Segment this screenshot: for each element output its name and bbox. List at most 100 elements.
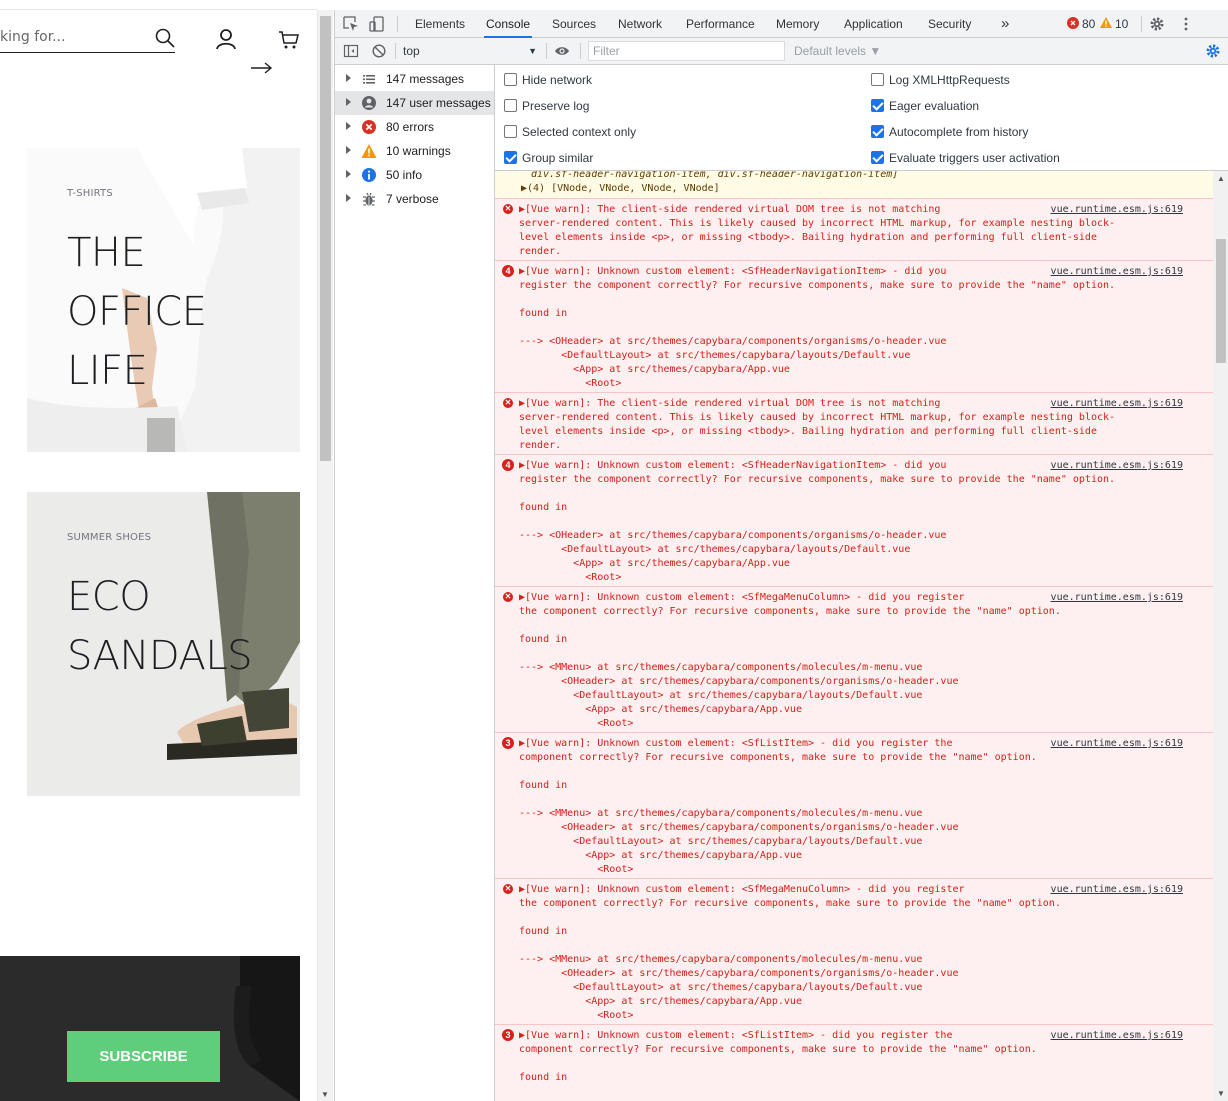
sidebar-item-errors[interactable]: 80 errors — [335, 115, 494, 139]
source-link[interactable]: vue.runtime.esm.js:619 — [1051, 459, 1183, 473]
tab-console[interactable]: Console — [484, 10, 533, 38]
console-error-message[interactable]: 3 ▶[Vue warn]: Unknown custom element: <… — [495, 1024, 1213, 1101]
sidebar-item-user-messages[interactable]: 147 user messages — [335, 91, 494, 115]
banner-card-eco-sandals[interactable]: SUMMER SHOES ECO SANDALS — [27, 492, 300, 796]
sidebar-item-label: 10 warnings — [386, 144, 451, 158]
checkbox-checked[interactable] — [871, 151, 884, 164]
scroll-down-arrow-icon[interactable]: ▼ — [1217, 1089, 1225, 1098]
kebab-menu-icon[interactable] — [1178, 16, 1194, 32]
expand-arrow-icon[interactable] — [346, 146, 351, 154]
search-underline — [0, 52, 175, 53]
toolbar-separator — [395, 43, 396, 59]
tab-performance[interactable]: Performance — [684, 10, 757, 38]
card-subtitle: T-SHIRTS — [67, 188, 113, 199]
subscribe-button[interactable]: SUBSCRIBE — [67, 1031, 220, 1082]
sidebar-item-verbose[interactable]: 7 verbose — [335, 187, 494, 211]
device-toolbar-icon[interactable] — [369, 16, 385, 32]
cart-icon[interactable] — [277, 28, 301, 52]
warning-count[interactable]: 10 — [1115, 17, 1128, 31]
option-eager-evaluation[interactable]: Eager evaluation — [871, 97, 1211, 115]
console-error-message[interactable]: 4 ▶[Vue warn]: Unknown custom element: <… — [495, 454, 1213, 586]
inspect-element-icon[interactable] — [343, 16, 359, 32]
option-autocomplete-from-history[interactable]: Autocomplete from history — [871, 123, 1211, 141]
gear-icon[interactable] — [1149, 16, 1165, 32]
tab-memory[interactable]: Memory — [774, 10, 821, 38]
option-evaluate-triggers-user-activation[interactable]: Evaluate triggers user activation — [871, 149, 1211, 167]
clear-console-icon[interactable] — [371, 43, 387, 59]
expand-arrow-icon[interactable] — [346, 170, 351, 178]
checkbox[interactable] — [504, 125, 517, 138]
source-link[interactable]: vue.runtime.esm.js:619 — [1051, 397, 1183, 411]
sidebar-item-messages[interactable]: 147 messages — [335, 67, 494, 91]
option-selected-context-only[interactable]: Selected context only — [504, 123, 804, 141]
option-label: Selected context only — [522, 125, 637, 139]
console-error-message[interactable]: ✕ ▶[Vue warn]: Unknown custom element: <… — [495, 878, 1213, 1024]
warning-fragment-line[interactable]: ▶(4) [VNode, VNode, VNode, VNode] — [521, 182, 720, 196]
sidebar-item-label: 7 verbose — [386, 192, 439, 206]
search-input[interactable]: king for... — [0, 29, 66, 45]
expand-arrow-icon[interactable] — [346, 194, 351, 202]
sidebar-item-info[interactable]: 50 info — [335, 163, 494, 187]
source-link[interactable]: vue.runtime.esm.js:619 — [1051, 1029, 1183, 1043]
option-preserve-log[interactable]: Preserve log — [504, 97, 804, 115]
search-icon[interactable] — [154, 27, 176, 49]
tab-network[interactable]: Network — [616, 10, 664, 38]
expand-arrow-icon[interactable] — [346, 122, 351, 130]
log-levels-dropdown[interactable]: Default levels ▼ — [794, 41, 881, 61]
option-label: Autocomplete from history — [889, 125, 1029, 139]
expand-arrow-icon[interactable] — [346, 98, 351, 106]
website-pane: king for... T-SHIRTS THE OFFICE LIFE SUM… — [0, 0, 317, 1101]
tab-application[interactable]: Application — [842, 10, 905, 38]
source-link[interactable]: vue.runtime.esm.js:619 — [1051, 883, 1183, 897]
option-hide-network[interactable]: Hide network — [504, 71, 804, 89]
source-link[interactable]: vue.runtime.esm.js:619 — [1051, 203, 1183, 217]
account-icon[interactable] — [214, 27, 238, 51]
eye-icon[interactable] — [554, 43, 570, 59]
card-title-line-1: THE — [67, 230, 146, 276]
console-warning-fragment[interactable]: div.sf-header-navigation-item, div.sf-he… — [495, 171, 1213, 198]
console-settings-gear-icon[interactable] — [1205, 43, 1221, 59]
filter-input[interactable] — [588, 41, 785, 61]
checkbox[interactable] — [504, 99, 517, 112]
source-link[interactable]: vue.runtime.esm.js:619 — [1051, 265, 1183, 279]
checkbox[interactable] — [504, 73, 517, 86]
toggle-sidebar-icon[interactable] — [343, 43, 359, 59]
console-scrollbar-thumb[interactable] — [1216, 239, 1226, 363]
checkbox-checked[interactable] — [504, 151, 517, 164]
tab-security[interactable]: Security — [926, 10, 973, 38]
option-log-xmlhttprequests[interactable]: Log XMLHttpRequests — [871, 71, 1211, 89]
scroll-down-arrow-icon[interactable]: ▼ — [321, 1090, 329, 1099]
error-count[interactable]: 80 — [1082, 17, 1095, 31]
message-text: ▶[Vue warn]: Unknown custom element: <Sf… — [519, 460, 1116, 583]
option-group-similar[interactable]: Group similar — [504, 149, 804, 167]
source-link[interactable]: vue.runtime.esm.js:619 — [1051, 737, 1183, 751]
error-count-icon — [1067, 17, 1079, 29]
error-icon: ✕ — [503, 398, 513, 408]
tab-sources[interactable]: Sources — [550, 10, 598, 38]
expand-arrow-icon[interactable] — [346, 74, 351, 82]
checkbox-checked[interactable] — [871, 125, 884, 138]
toolbar-separator — [546, 43, 547, 59]
console-scrollbar[interactable]: ▲ ▼ — [1213, 171, 1228, 1101]
scroll-up-arrow-icon[interactable]: ▲ — [1217, 174, 1225, 183]
info-icon — [362, 168, 376, 182]
checkbox[interactable] — [871, 73, 884, 86]
source-link[interactable]: vue.runtime.esm.js:619 — [1051, 591, 1183, 605]
console-error-message[interactable]: 3 ▶[Vue warn]: Unknown custom element: <… — [495, 732, 1213, 878]
arrow-right-icon[interactable] — [250, 61, 274, 75]
console-error-message[interactable]: ✕ ▶[Vue warn]: The client-side rendered … — [495, 392, 1213, 454]
console-error-message[interactable]: ✕ ▶[Vue warn]: Unknown custom element: <… — [495, 586, 1213, 732]
console-error-message[interactable]: ✕ ▶[Vue warn]: The client-side rendered … — [495, 198, 1213, 260]
message-text: ▶[Vue warn]: Unknown custom element: <Sf… — [519, 592, 1061, 729]
checkbox-checked[interactable] — [871, 99, 884, 112]
page-scrollbar-thumb[interactable] — [320, 16, 331, 461]
context-value: top — [403, 44, 420, 58]
more-tabs-icon[interactable]: » — [999, 10, 1011, 38]
page-scrollbar[interactable]: ▼ — [317, 10, 333, 1101]
console-error-message[interactable]: 4 ▶[Vue warn]: Unknown custom element: <… — [495, 260, 1213, 392]
context-select[interactable]: top ▼ — [403, 41, 537, 61]
sidebar-item-warnings[interactable]: 10 warnings — [335, 139, 494, 163]
sidebar-item-label: 80 errors — [386, 120, 435, 134]
banner-card-office-life[interactable]: T-SHIRTS THE OFFICE LIFE — [27, 148, 300, 452]
tab-elements[interactable]: Elements — [413, 10, 467, 38]
